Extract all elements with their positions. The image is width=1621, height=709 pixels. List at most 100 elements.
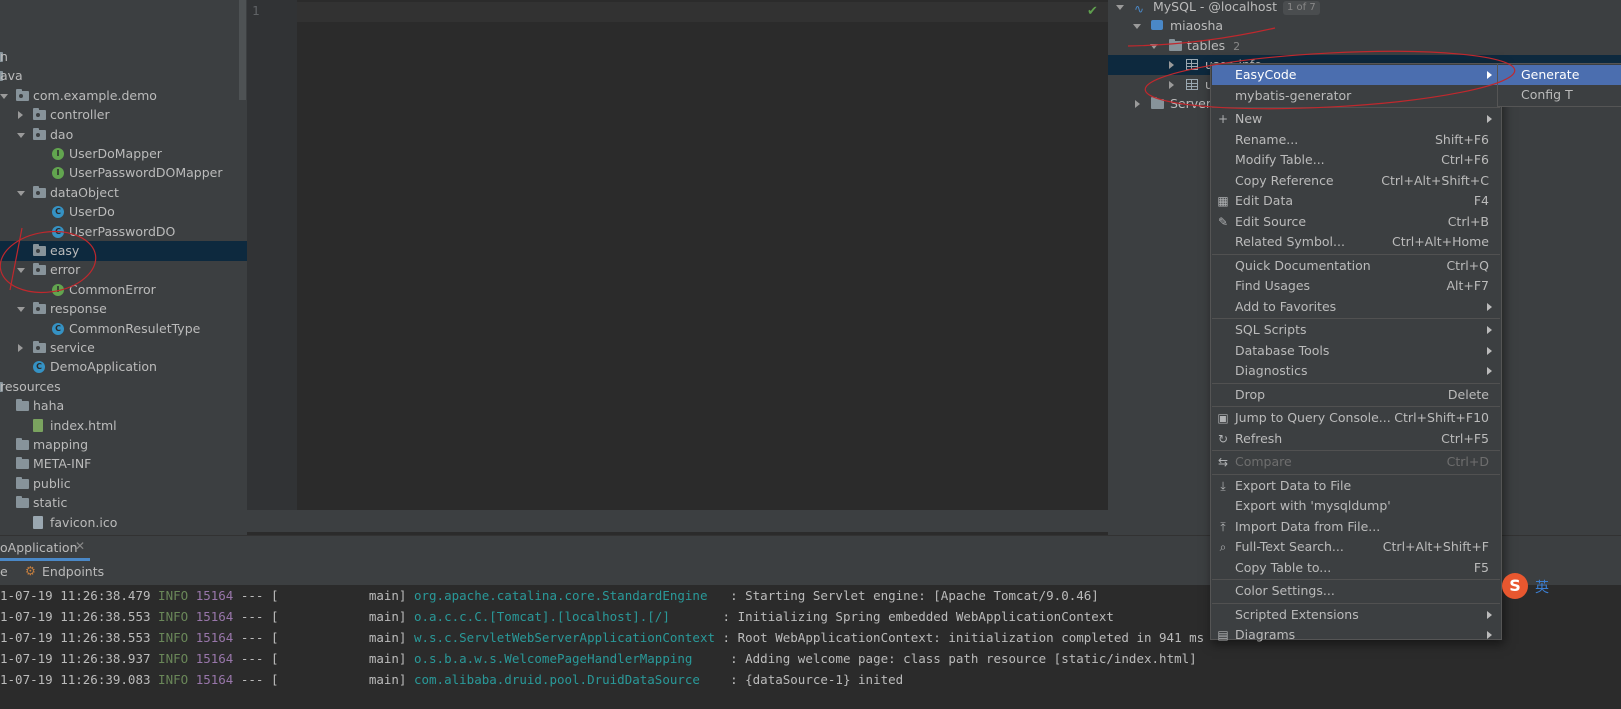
tree-item[interactable]: favicon.ico (0, 513, 247, 533)
menu-item-copy-reference[interactable]: Copy Reference Ctrl+Alt+Shift+C (1212, 171, 1500, 191)
menu-item-export-with-mysqldump[interactable]: Export with 'mysqldump' (1212, 496, 1500, 516)
folder-icon (1151, 97, 1164, 109)
ime-language-label[interactable]: 英 (1535, 577, 1549, 597)
ime-logo-icon[interactable]: S (1502, 573, 1528, 599)
chevron-down-icon[interactable] (1150, 44, 1158, 49)
package-icon (33, 341, 46, 353)
menu-item-scripted-extensions[interactable]: Scripted Extensions (1212, 605, 1500, 625)
console-msg: : {dataSource-1} inited (730, 672, 904, 687)
chevron-right-icon[interactable] (1169, 81, 1174, 89)
menu-item-copy-table-to[interactable]: Copy Table to... F5 (1212, 558, 1500, 578)
menu-item-diagrams[interactable]: ▤ Diagrams (1212, 625, 1500, 645)
tree-item[interactable]: index.html (0, 416, 247, 436)
menu-item-add-to-favorites[interactable]: Add to Favorites (1212, 297, 1500, 317)
menu-item-full-text-search[interactable]: ⌕ Full-Text Search... Ctrl+Alt+Shift+F (1212, 537, 1500, 557)
console-thread: main] (286, 651, 407, 666)
submenu-arrow-icon (1487, 346, 1492, 355)
diagram-icon: ▤ (1217, 628, 1229, 642)
chevron-down-icon[interactable] (17, 190, 25, 196)
tree-item[interactable]: com.example.demo (0, 86, 247, 106)
project-scrollbar[interactable] (239, 0, 246, 100)
menu-item-import-data-from-file[interactable]: ⤒ Import Data from File... (1212, 517, 1500, 537)
console-tab[interactable]: e (0, 564, 8, 579)
tree-item[interactable]: C DemoApplication (0, 357, 247, 377)
tree-item[interactable]: C UserDo (0, 202, 247, 222)
package-icon (33, 108, 46, 121)
menu-item-mybatis-generator[interactable]: mybatis-generator (1212, 86, 1500, 106)
menu-item-drop[interactable]: Drop Delete (1212, 385, 1500, 405)
menu-item-shortcut: Delete (1447, 386, 1489, 402)
tree-item[interactable]: service (0, 338, 247, 358)
chevron-down-icon[interactable] (0, 93, 8, 99)
tree-item[interactable]: I UserPasswordDOMapper (0, 163, 247, 183)
submenu-arrow-icon (1487, 610, 1492, 619)
tree-item[interactable]: dataObject (0, 183, 247, 203)
menu-item-modify-table[interactable]: Modify Table... Ctrl+F6 (1212, 150, 1500, 170)
tree-item[interactable]: META-INF (0, 454, 247, 474)
console-level: INFO (158, 672, 189, 687)
menu-item-rename[interactable]: Rename... Shift+F6 (1212, 130, 1500, 150)
tree-item[interactable]: I CommonError (0, 280, 247, 300)
db-schema-label: miaosha (1170, 18, 1224, 33)
menu-item-related-symbol[interactable]: Related Symbol... Ctrl+Alt+Home (1212, 232, 1500, 252)
tree-item[interactable]: resources (0, 377, 247, 397)
tree-item[interactable]: ava (0, 66, 247, 86)
endpoints-tab[interactable]: Endpoints (42, 564, 104, 579)
menu-item-edit-data[interactable]: ▦ Edit Data F4 (1212, 191, 1500, 211)
menu-item-export-data-to-file[interactable]: ⤓ Export Data to File (1212, 476, 1500, 496)
tree-item[interactable]: static (0, 493, 247, 513)
tree-item[interactable]: dao (0, 125, 247, 145)
menu-item-edit-source[interactable]: ✎ Edit Source Ctrl+B (1212, 212, 1500, 232)
menu-item-diagnostics[interactable]: Diagnostics (1212, 361, 1500, 381)
chevron-down-icon[interactable] (1133, 24, 1141, 29)
chevron-down-icon[interactable] (17, 132, 25, 138)
chevron-right-icon[interactable] (18, 344, 23, 352)
menu-item-label: Add to Favorites (1235, 298, 1337, 314)
tree-item[interactable]: n (0, 47, 247, 67)
run-tab-title[interactable]: oApplication (0, 540, 78, 555)
chevron-right-icon[interactable] (1169, 61, 1174, 69)
menu-item-jump-to-query-console[interactable]: ▣ Jump to Query Console... Ctrl+Shift+F10 (1212, 408, 1500, 428)
tree-item-label: controller (50, 107, 110, 123)
inspection-ok-icon[interactable]: ✔ (1087, 4, 1101, 19)
menu-item-find-usages[interactable]: Find Usages Alt+F7 (1212, 276, 1500, 296)
chevron-right-icon[interactable] (18, 111, 23, 120)
menu-item-new[interactable]: + New (1212, 109, 1500, 129)
close-icon[interactable]: ✕ (75, 539, 85, 553)
menu-item-label: Edit Source (1235, 213, 1307, 229)
tree-item[interactable]: I UserDoMapper (0, 144, 247, 164)
menu-item-database-tools[interactable]: Database Tools (1212, 341, 1500, 361)
submenu-item-generate[interactable]: Generate (1498, 65, 1621, 85)
console-pid: 15164 (195, 588, 234, 603)
tree-item-label: easy (50, 243, 80, 258)
editor-area[interactable] (297, 0, 1108, 510)
menu-item-shortcut: F5 (1473, 559, 1489, 575)
tree-item[interactable]: controller (0, 105, 247, 125)
tree-item[interactable]: error (0, 260, 247, 280)
tree-item[interactable]: mapping (0, 435, 247, 455)
chevron-down-icon[interactable] (17, 307, 25, 313)
menu-item-refresh[interactable]: ↻ Refresh Ctrl+F5 (1212, 429, 1500, 449)
tree-item[interactable]: public (0, 474, 247, 494)
db-tables-count: 2 (1233, 40, 1241, 53)
menu-item-quick-documentation[interactable]: Quick Documentation Ctrl+Q (1212, 256, 1500, 276)
menu-item-label: Scripted Extensions (1235, 606, 1359, 622)
tree-item[interactable]: haha (0, 396, 247, 416)
menu-item-label: Database Tools (1235, 342, 1330, 358)
chevron-right-icon[interactable] (1135, 100, 1140, 108)
submenu-arrow-icon (1487, 71, 1492, 79)
package-icon (33, 127, 46, 140)
menu-item-shortcut: F4 (1473, 193, 1489, 208)
submenu-item-config[interactable]: Config T (1498, 85, 1621, 105)
menu-item-color-settings[interactable]: Color Settings... (1212, 581, 1500, 601)
chevron-down-icon[interactable] (1116, 5, 1124, 10)
menu-item-label: Quick Documentation (1235, 257, 1371, 273)
tree-item[interactable]: easy (0, 241, 247, 261)
menu-item-compare[interactable]: ⇆ Compare Ctrl+D (1212, 452, 1500, 472)
tree-item[interactable]: C CommonResuletType (0, 319, 247, 339)
menu-item-easycode[interactable]: EasyCode (1212, 65, 1500, 85)
menu-item-sql-scripts[interactable]: SQL Scripts (1212, 320, 1500, 340)
tree-item[interactable]: C UserPasswordDO (0, 222, 247, 242)
chevron-down-icon[interactable] (17, 268, 25, 274)
tree-item[interactable]: response (0, 299, 247, 319)
